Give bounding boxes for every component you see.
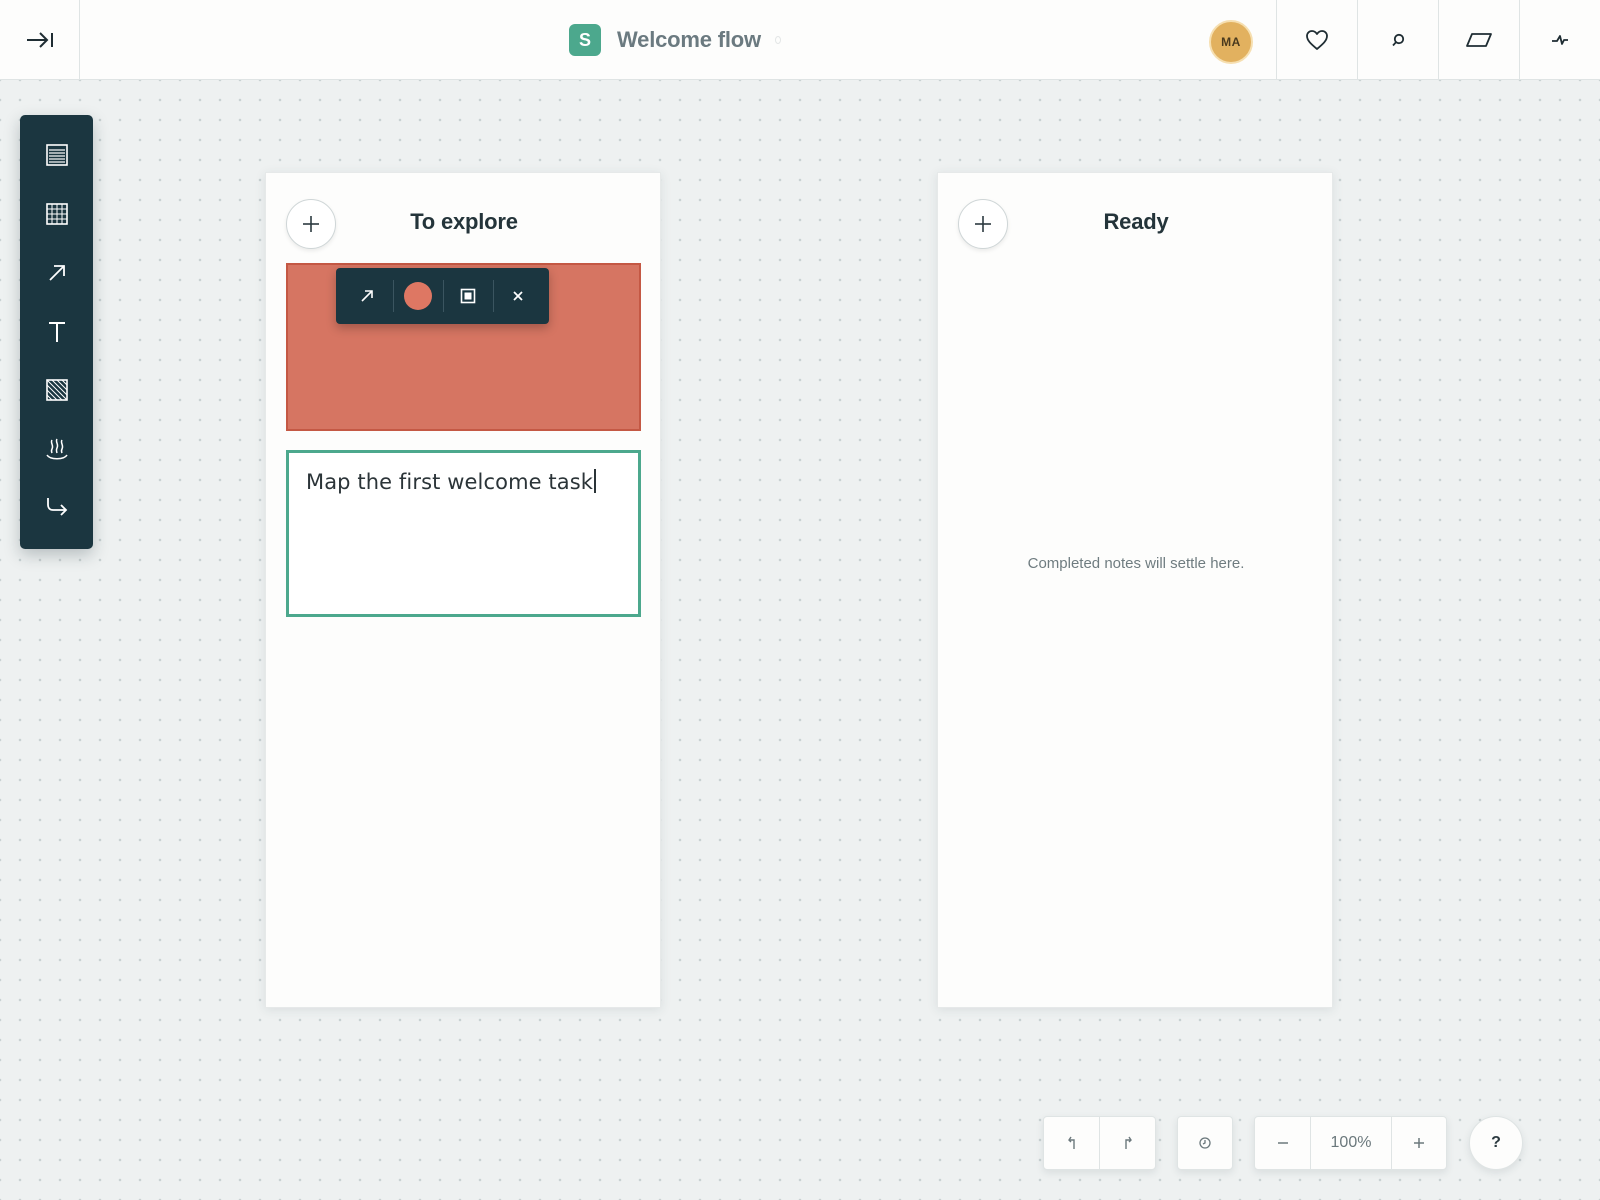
clock-icon [1199,1137,1211,1149]
board-badge: S [569,24,601,56]
search-icon [1392,33,1405,47]
avatar[interactable]: MA [1209,20,1253,64]
note-editor[interactable]: Map the first welcome task [286,450,641,617]
column-title: To explore [410,209,518,234]
zoom-readout: 100% [1330,1134,1372,1151]
tool-pattern[interactable] [20,365,93,415]
help-button[interactable]: ? [1469,1116,1523,1170]
redirect-icon [46,498,67,516]
text-caret [594,469,596,493]
frame-icon [460,288,476,304]
redo-button[interactable] [1100,1117,1155,1169]
undo-icon [1067,1136,1075,1149]
zoom-in-button[interactable] [1392,1117,1446,1169]
sticky-note-icon [45,144,68,166]
note-frame-button[interactable] [443,268,493,324]
heart-icon [1306,30,1328,50]
favorite-button[interactable] [1276,0,1357,80]
title-indicator [774,36,781,44]
tool-sticky-note[interactable] [20,130,93,180]
empty-column-hint: Completed notes will settle here. [1027,555,1245,572]
tool-arrow[interactable] [20,248,93,298]
parallelogram-icon [1466,33,1492,47]
history-timer-control [1177,1116,1233,1170]
tool-text[interactable] [20,307,93,357]
note-color-button[interactable] [393,268,443,324]
text-icon [48,322,65,342]
note-text[interactable]: Map the first welcome task [306,470,593,494]
tool-redirect[interactable] [20,481,93,531]
board-title-group[interactable]: S Welcome flow [569,24,781,56]
board-title[interactable]: Welcome flow [617,27,761,53]
plus-icon [1414,1138,1424,1148]
zoom-out-button[interactable] [1255,1117,1310,1169]
search-button[interactable] [1357,0,1438,80]
minus-icon [1277,1142,1288,1144]
present-button[interactable] [1438,0,1519,80]
collapse-sidebar-button[interactable] [0,0,80,80]
tool-grid[interactable] [20,189,93,239]
arrow-icon [48,265,65,281]
zoom-level[interactable]: 100% [1311,1117,1391,1169]
zoom-controls: 100% [1254,1116,1447,1170]
close-icon [513,291,523,301]
history-button[interactable] [1178,1117,1232,1169]
pulse-icon [1552,35,1568,45]
pattern-icon [45,379,68,401]
undo-button[interactable] [1044,1117,1099,1169]
activity-button[interactable] [1519,0,1600,80]
arrow-icon [361,290,373,302]
history-controls [1043,1116,1156,1170]
grid-icon [45,203,68,225]
steam-icon [45,438,68,460]
color-swatch [404,282,432,310]
column-to-explore: To explore Map the first welcome task [265,172,661,1008]
column-ready: Ready Completed notes will settle here. [937,172,1333,1008]
note-delete-button[interactable] [493,268,543,324]
collapse-right-icon [26,32,53,48]
note-toolbar [336,268,549,324]
redo-icon [1124,1136,1132,1149]
top-bar: S Welcome flow MA [0,0,1600,80]
tool-steam[interactable] [20,424,93,474]
column-title: Ready [1103,209,1169,234]
note-link-button[interactable] [342,268,392,324]
